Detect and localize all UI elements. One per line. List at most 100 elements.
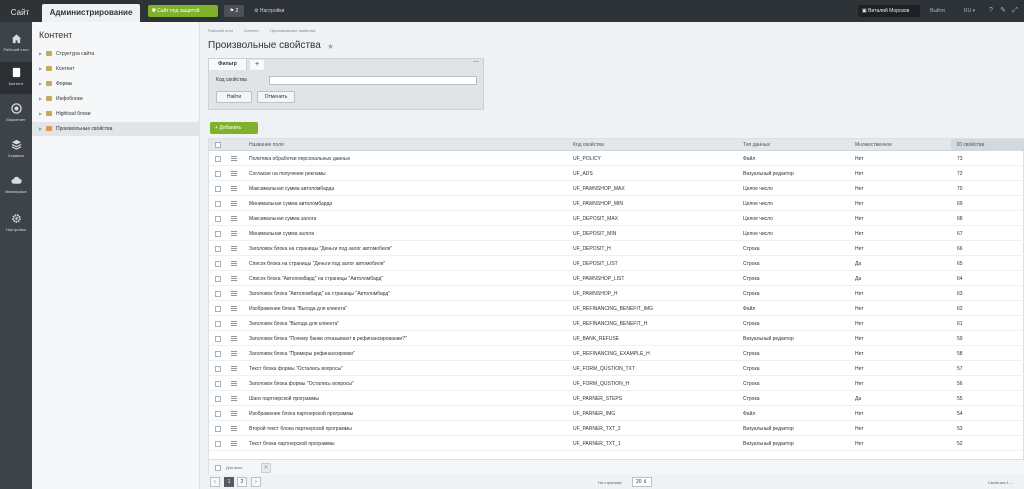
sidebar-item-highload[interactable]: ▶ Highload блоки [32, 107, 200, 121]
column-header-code[interactable]: Код свойства [573, 139, 604, 151]
add-filter-tab-button[interactable]: + [250, 60, 264, 70]
row-checkbox[interactable] [215, 366, 221, 372]
row-menu-icon[interactable] [231, 201, 237, 207]
row-checkbox[interactable] [215, 186, 221, 192]
cell-name[interactable]: Второй текст блока партнерской программы [249, 422, 352, 436]
cell-name[interactable]: Заголовок блока "Автоломбард" на страниц… [249, 287, 390, 301]
table-row[interactable]: Текст блока партнерской программы UF_PARN… [209, 437, 1024, 451]
site-protected-button[interactable]: ⛊ Сайт под защитой [148, 5, 218, 17]
table-row[interactable]: Список блока на страницы "Деньги под зал… [209, 257, 1024, 271]
cell-name[interactable]: Текст блока формы "Остались вопросы" [249, 362, 343, 376]
row-menu-icon[interactable] [231, 171, 237, 177]
select-all-checkbox[interactable] [215, 142, 221, 148]
expand-icon[interactable]: ⤢ [1010, 5, 1020, 17]
breadcrumb-item[interactable]: Контент [244, 28, 259, 33]
cell-name[interactable]: Минимальная сумма залога [249, 227, 314, 241]
sidebar-item-forms[interactable]: ▶ Формы [32, 77, 200, 91]
row-menu-icon[interactable] [231, 261, 237, 267]
cell-name[interactable]: Список блока "Автоломбард" на страницы "… [249, 272, 383, 286]
row-checkbox[interactable] [215, 261, 221, 267]
row-menu-icon[interactable] [231, 411, 237, 417]
nav-item-marketplace[interactable]: Marketplace [0, 170, 32, 202]
row-checkbox[interactable] [215, 381, 221, 387]
page-button[interactable]: 2 [237, 477, 247, 487]
add-button[interactable]: + Добавить [210, 122, 258, 134]
row-menu-icon[interactable] [231, 396, 237, 402]
expand-arrow-icon[interactable]: ▶ [39, 107, 42, 121]
cell-name[interactable]: Политика обработки персональных данных [249, 152, 350, 166]
row-checkbox[interactable] [215, 276, 221, 282]
table-row[interactable]: Максимальная сумма автоломбарда UF_PAWNSH… [209, 182, 1024, 196]
row-checkbox[interactable] [215, 306, 221, 312]
row-menu-icon[interactable] [231, 246, 237, 252]
table-row[interactable]: Согласие на получение рекламы UF_ADS Визуа… [209, 167, 1024, 181]
table-row[interactable]: Заголовок блока на страницы "Деньги под … [209, 242, 1024, 256]
sidebar-item-custom-properties[interactable]: ▶ Произвольные свойства [32, 122, 200, 136]
filter-tab[interactable]: Фильтр [209, 59, 247, 70]
row-menu-icon[interactable] [231, 321, 237, 327]
table-row[interactable]: Заголовок блока "Почему банки отказывают… [209, 332, 1024, 346]
row-menu-icon[interactable] [231, 351, 237, 357]
expand-arrow-icon[interactable]: ▶ [39, 92, 42, 106]
row-checkbox[interactable] [215, 336, 221, 342]
expand-arrow-icon[interactable]: ▶ [39, 77, 42, 91]
cell-name[interactable]: Список блока на страницы "Деньги под зал… [249, 257, 385, 271]
row-menu-icon[interactable] [231, 186, 237, 192]
row-checkbox[interactable] [215, 156, 221, 162]
table-row[interactable]: Заголовок блока формы "Остались вопросы"… [209, 377, 1024, 391]
property-code-input[interactable] [269, 76, 477, 85]
nav-item-desktop[interactable]: Рабочий стол [0, 28, 32, 60]
row-checkbox[interactable] [215, 231, 221, 237]
row-checkbox[interactable] [215, 396, 221, 402]
cell-name[interactable]: Заголовок блока формы "Остались вопросы" [249, 377, 354, 391]
cell-name[interactable]: Изображение блока партнерской программы [249, 407, 353, 421]
apply-all-checkbox[interactable] [215, 465, 221, 471]
row-menu-icon[interactable] [231, 366, 237, 372]
row-checkbox[interactable] [215, 351, 221, 357]
sidebar-item-content[interactable]: ▶ Контент [32, 62, 200, 76]
row-checkbox[interactable] [215, 411, 221, 417]
tab-site[interactable]: Сайт [4, 4, 36, 21]
table-row[interactable]: Текст блока формы "Остались вопросы" UF_F… [209, 362, 1024, 376]
table-row[interactable]: Заголовок блока "Автоломбард" на страниц… [209, 287, 1024, 301]
table-row[interactable]: Заголовок блока "Примеры рефинансировки"… [209, 347, 1024, 361]
table-row[interactable]: Политика обработки персональных данных UF… [209, 152, 1024, 166]
row-menu-icon[interactable] [231, 336, 237, 342]
table-row[interactable]: Второй текст блока партнерской программы… [209, 422, 1024, 436]
expand-arrow-icon[interactable]: ▶ [39, 62, 42, 76]
row-menu-icon[interactable] [231, 291, 237, 297]
column-header-type[interactable]: Тип данных [743, 139, 770, 151]
cell-name[interactable]: Изображение блока "Выгода для клиента" [249, 302, 347, 316]
row-menu-icon[interactable] [231, 441, 237, 447]
per-page-select[interactable]: 20 ⇕ [632, 477, 652, 487]
table-row[interactable]: Изображение блока "Выгода для клиента" UF… [209, 302, 1024, 316]
row-menu-icon[interactable] [231, 306, 237, 312]
row-checkbox[interactable] [215, 171, 221, 177]
cell-name[interactable]: Максимальная сумма автоломбарда [249, 182, 334, 196]
row-checkbox[interactable] [215, 216, 221, 222]
settings-link[interactable]: ⚙ Настройки [254, 5, 284, 17]
cell-name[interactable]: Заголовок блока на страницы "Деньги под … [249, 242, 392, 256]
column-header-id[interactable]: ID свойства [951, 139, 1024, 151]
table-row[interactable]: Шаги партнерской программы UF_PARNER_STEP… [209, 392, 1024, 406]
pin-icon[interactable]: ✎ [998, 5, 1008, 17]
find-button[interactable]: Найти [216, 91, 252, 103]
row-menu-icon[interactable] [231, 156, 237, 162]
logout-link[interactable]: Выйти [930, 5, 945, 17]
collapse-filter-button[interactable]: — [473, 59, 479, 65]
prev-page-button[interactable]: ‹ [210, 477, 220, 487]
cell-name[interactable]: Текст блока партнерской программы [249, 437, 334, 451]
table-row[interactable]: Изображение блока партнерской программы U… [209, 407, 1024, 421]
table-row[interactable]: Список блока "Автоломбард" на страницы "… [209, 272, 1024, 286]
cancel-button[interactable]: Отменить [257, 91, 295, 103]
cell-name[interactable]: Согласие на получение рекламы [249, 167, 326, 181]
row-checkbox[interactable] [215, 426, 221, 432]
cell-name[interactable]: Максимальная сумма залога [249, 212, 316, 226]
nav-item-settings[interactable]: Настройки [0, 208, 32, 240]
expand-arrow-icon[interactable]: ▶ [39, 47, 42, 61]
column-header-multiple[interactable]: Множественное [855, 139, 892, 151]
sidebar-item-site-structure[interactable]: ▶ Структура сайта [32, 47, 200, 61]
cell-name[interactable]: Заголовок блока "Примеры рефинансировки" [249, 347, 355, 361]
nav-item-content[interactable]: Контент [0, 62, 32, 94]
help-icon[interactable]: ? [986, 5, 996, 17]
